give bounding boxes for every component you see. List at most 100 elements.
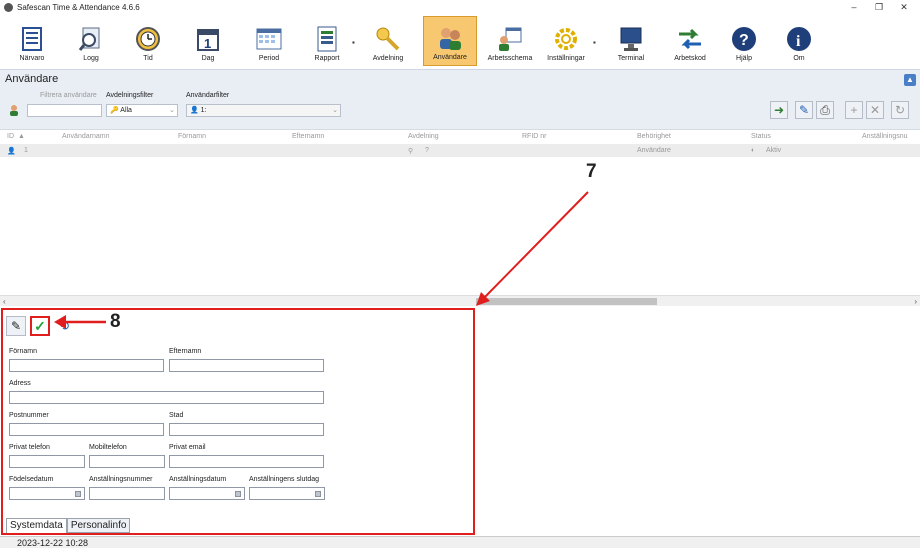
address-field[interactable] [9, 391, 324, 404]
col-department[interactable]: Avdelning [408, 133, 439, 140]
toolbar-anvandare-button[interactable]: Användare [423, 16, 477, 66]
monitor-icon [618, 26, 644, 52]
horizontal-scrollbar[interactable]: ‹ › [0, 295, 920, 306]
toolbar-narvaro-label: Närvaro [19, 55, 45, 62]
add-icon[interactable]: + [845, 101, 863, 119]
postcode-field[interactable] [9, 423, 164, 436]
postcode-label: Postnummer [9, 412, 49, 419]
users-icon [437, 25, 463, 51]
tab-personalinfo[interactable]: Personalinfo [66, 518, 131, 533]
col-username[interactable]: Användarnamn [62, 133, 109, 140]
toolbar-arbetskod-label: Arbetskod [674, 55, 706, 62]
help-icon: ? [731, 26, 757, 52]
col-id[interactable]: ID [7, 133, 14, 140]
toolbar-rapport-button[interactable]: Rapport [307, 16, 347, 66]
toolbar-arbetsschema-button[interactable]: Arbetsschema [485, 16, 535, 66]
list-icon [19, 26, 45, 52]
col-status[interactable]: Status [751, 133, 771, 140]
toolbar-hjalp-button[interactable]: ? Hjälp [726, 16, 762, 66]
employment-end-label: Anställningens slutdag [249, 476, 320, 483]
toolbar-period-label: Period [258, 55, 280, 62]
rapport-dropdown-caret[interactable]: ▪ [352, 38, 355, 47]
calendar-icon[interactable] [315, 491, 321, 497]
birthdate-label: Födelsedatum [9, 476, 54, 483]
report-icon [314, 26, 340, 52]
table-header: ID ▲ Användarnamn Förnamn Efternamn Avde… [0, 130, 920, 143]
col-rfid[interactable]: RFID nr [522, 133, 547, 140]
undo-icon[interactable]: ⟲ [54, 316, 74, 336]
toolbar-tid-button[interactable]: Tid [130, 16, 166, 66]
gear-icon [553, 26, 579, 52]
toolbar-terminal-button[interactable]: Terminal [613, 16, 649, 66]
row-status: Aktiv [766, 147, 782, 154]
toolbar-anvandare-label: Användare [433, 54, 467, 61]
maximize-button[interactable]: ❐ [866, 0, 892, 14]
mobile-field[interactable] [89, 455, 165, 468]
lastname-field[interactable] [169, 359, 324, 372]
tab-systemdata[interactable]: Systemdata [6, 518, 67, 533]
toolbar-tid-label: Tid [143, 55, 153, 62]
delete-icon[interactable]: ✕ [866, 101, 884, 119]
toolbar-om-label: Om [793, 55, 805, 62]
toolbar-om-button[interactable]: i Om [781, 16, 817, 66]
table-row[interactable]: 👤 1 ⚲ ? Användare ◐ Aktiv [0, 144, 920, 157]
toolbar-avdelning-label: Avdelning [372, 55, 404, 62]
refresh-icon[interactable]: ↻ [891, 101, 909, 119]
filter-users-input[interactable] [27, 104, 102, 117]
toolbar-arbetskod-button[interactable]: Arbetskod [670, 16, 710, 66]
col-employment[interactable]: Anställningsnu [862, 133, 908, 140]
search-icon [78, 26, 104, 52]
toolbar-logg-button[interactable]: Logg [73, 16, 109, 66]
private-phone-field[interactable] [9, 455, 85, 468]
key-icon: 🔑 [110, 107, 119, 114]
toolbar-narvaro-button[interactable]: Närvaro [14, 16, 50, 66]
minimize-button[interactable]: – [841, 0, 867, 14]
employee-no-field[interactable] [89, 487, 165, 500]
calendar-icon[interactable] [235, 491, 241, 497]
edit-icon[interactable]: ✎ [795, 101, 813, 119]
employment-end-picker[interactable] [249, 487, 325, 500]
edit-icon[interactable]: ✎ [6, 316, 26, 336]
user-icon: 👤 [190, 107, 199, 114]
calendar-period-icon [256, 26, 282, 52]
firstname-field[interactable] [9, 359, 164, 372]
calendar-day-icon: 1 [195, 26, 221, 52]
highlight-box [1, 308, 475, 535]
col-role[interactable]: Behörighet [637, 133, 671, 140]
app-icon [4, 2, 13, 12]
city-field[interactable] [169, 423, 324, 436]
title-bar: Safescan Time & Attendance 4.6.6 – ❐ ✕ [0, 0, 920, 14]
toolbar-avdelning-button[interactable]: Avdelning [366, 16, 410, 66]
lastname-label: Efternamn [169, 348, 202, 355]
toolbar-installningar-label: Inställningar [547, 55, 585, 62]
collapse-up-icon[interactable]: ▲ [904, 74, 916, 86]
user-row-icon: 👤 [7, 148, 16, 155]
col-firstname[interactable]: Förnamn [178, 133, 206, 140]
private-email-field[interactable] [169, 455, 324, 468]
user-filter-select[interactable]: 👤 1: ⌄ [186, 104, 341, 117]
toolbar-period-button[interactable]: Period [251, 16, 287, 66]
mobile-label: Mobiltelefon [89, 444, 127, 451]
row-role: Användare [637, 147, 671, 154]
firstname-label: Förnamn [9, 348, 38, 355]
toolbar-dag-button[interactable]: 1 Dag [190, 16, 226, 66]
panel-title: Användare [5, 73, 59, 85]
close-button[interactable]: ✕ [891, 0, 917, 14]
installningar-dropdown-caret[interactable]: ▪ [593, 38, 596, 47]
employment-date-picker[interactable] [169, 487, 245, 500]
calendar-icon[interactable] [75, 491, 81, 497]
export-icon[interactable]: ➜ [770, 101, 788, 119]
status-active-icon: ◐ [751, 147, 756, 154]
col-lastname[interactable]: Efternamn [292, 133, 324, 140]
dept-filter-select[interactable]: 🔑 Alla ⌄ [106, 104, 178, 117]
sort-asc-icon: ▲ [18, 133, 25, 140]
schedule-icon [497, 26, 523, 52]
svg-text:?: ? [739, 32, 749, 49]
toolbar-logg-label: Logg [83, 55, 99, 62]
save-check-icon[interactable]: ✓ [30, 316, 50, 336]
toolbar-installningar-button[interactable]: Inställningar [542, 16, 590, 66]
birthdate-picker[interactable] [9, 487, 85, 500]
svg-text:i: i [796, 33, 801, 50]
scroll-thumb[interactable] [476, 298, 657, 305]
print-icon[interactable]: ⎙ [816, 101, 834, 119]
